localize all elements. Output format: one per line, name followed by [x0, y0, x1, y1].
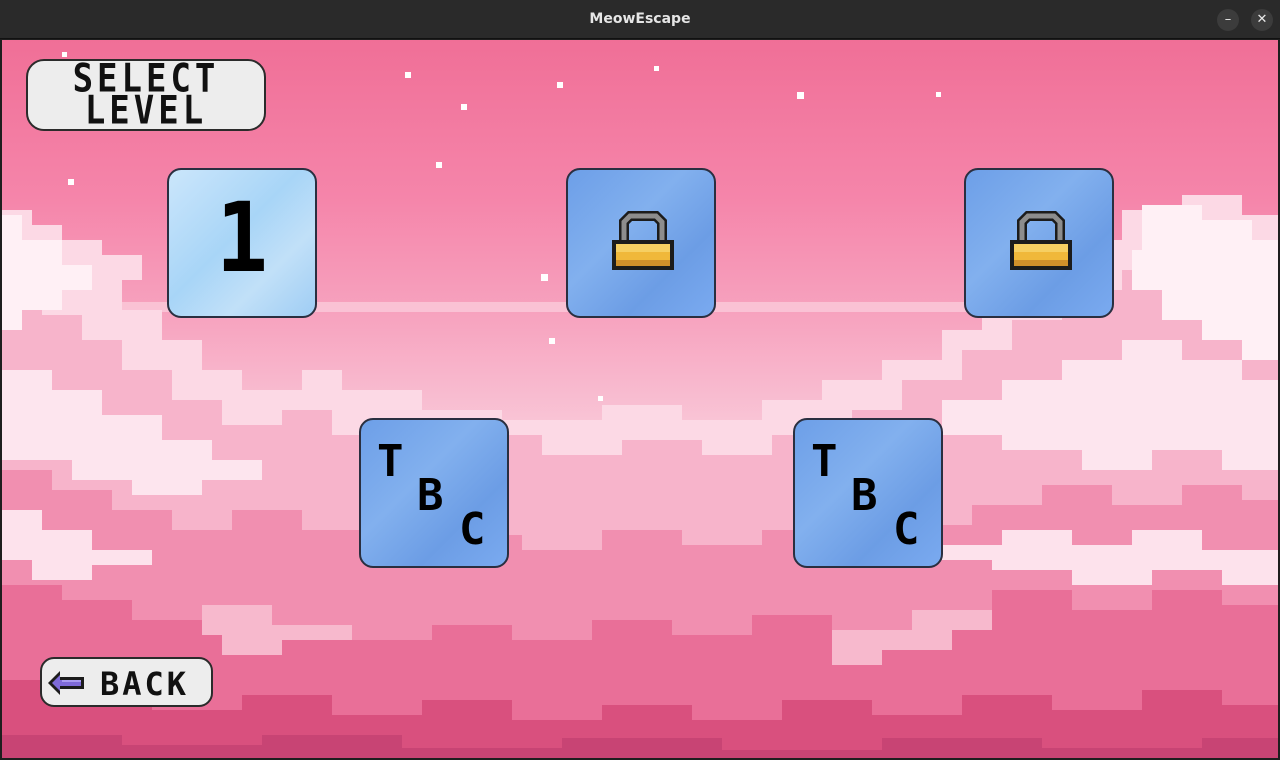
tbc-letter-t: T: [811, 436, 838, 487]
level-tbc-1-tile[interactable]: T B C: [359, 418, 509, 568]
cloud-background: [2, 52, 1278, 758]
back-button[interactable]: BACK: [40, 657, 213, 707]
window-titlebar: MeowEscape – ✕: [0, 0, 1280, 39]
select-level-heading: SELECT LEVEL: [26, 59, 266, 131]
minimize-button[interactable]: –: [1217, 9, 1239, 31]
tbc-letter-c: C: [893, 504, 920, 555]
lock-icon: [612, 211, 674, 270]
level-3-locked-button[interactable]: [964, 168, 1114, 318]
level-1-button[interactable]: 1: [167, 168, 317, 318]
close-button[interactable]: ✕: [1251, 9, 1273, 31]
back-label: BACK: [100, 665, 190, 703]
level-number: 1: [215, 182, 269, 294]
tbc-letter-b: B: [851, 470, 878, 521]
level-tbc-2-tile[interactable]: T B C: [793, 418, 943, 568]
level-2-locked-button[interactable]: [566, 168, 716, 318]
window-title: MeowEscape: [589, 11, 691, 27]
lock-icon: [1010, 211, 1072, 270]
left-arrow-icon: [48, 671, 84, 695]
level-select-scene: SELECT LEVEL 1 T B C T B C BACK: [2, 40, 1278, 758]
tbc-letter-b: B: [417, 470, 444, 521]
heading-line-2: LEVEL: [84, 88, 208, 134]
tbc-letter-t: T: [377, 436, 404, 487]
tbc-letter-c: C: [459, 504, 486, 555]
